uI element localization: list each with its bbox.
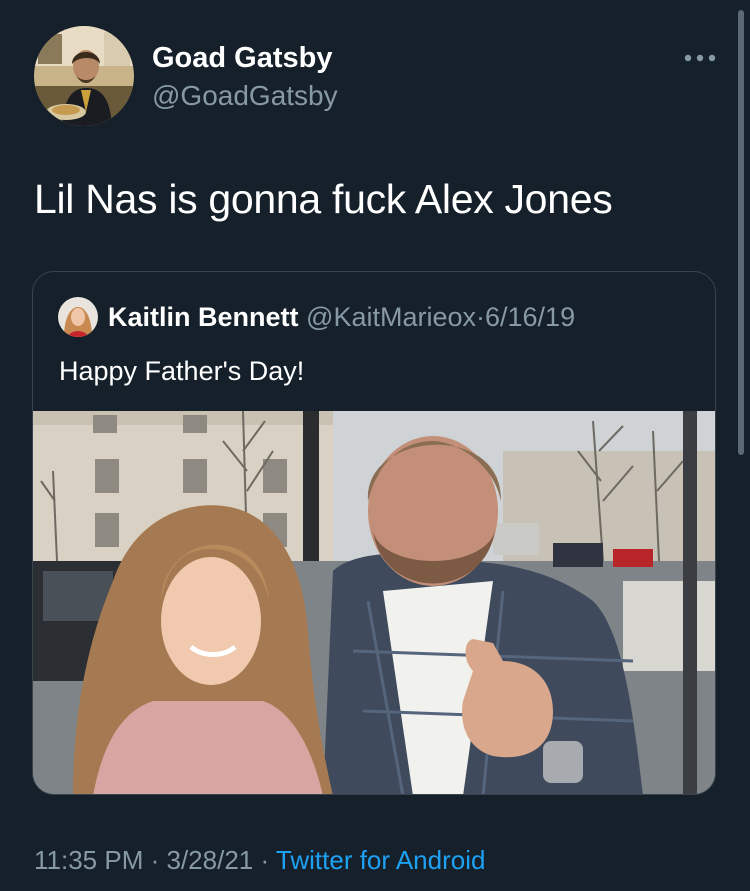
quoted-photo[interactable] — [33, 410, 715, 794]
footer-separator-2: · — [260, 845, 270, 875]
quoted-author-handle[interactable]: @KaitMarieox — [306, 302, 476, 332]
quoted-author-avatar[interactable] — [58, 297, 98, 337]
quoted-header: Kaitlin Bennett @KaitMarieox·6/16/19 — [108, 302, 575, 333]
tweet-text: Lil Nas is gonna fuck Alex Jones — [34, 176, 613, 222]
scrollbar[interactable] — [738, 10, 744, 455]
footer-separator: · — [150, 845, 160, 875]
author-avatar[interactable] — [34, 26, 134, 126]
more-horizontal-icon[interactable] — [683, 50, 717, 66]
tweet-source-link[interactable]: Twitter for Android — [276, 845, 486, 875]
quoted-date[interactable]: 6/16/19 — [485, 302, 575, 332]
author-name[interactable]: Goad Gatsby — [152, 42, 333, 75]
quoted-author-name[interactable]: Kaitlin Bennett — [108, 302, 299, 332]
quoted-text: Happy Father's Day! — [59, 356, 305, 386]
tweet-time[interactable]: 11:35 PM — [34, 845, 143, 875]
quoted-separator: · — [476, 302, 485, 332]
tweet-date[interactable]: 3/28/21 — [167, 845, 254, 875]
quoted-tweet[interactable]: Kaitlin Bennett @KaitMarieox·6/16/19 Hap… — [32, 271, 716, 795]
author-handle[interactable]: @GoadGatsby — [152, 80, 338, 112]
tweet-footer: 11:35 PM · 3/28/21 · Twitter for Android — [34, 845, 485, 876]
